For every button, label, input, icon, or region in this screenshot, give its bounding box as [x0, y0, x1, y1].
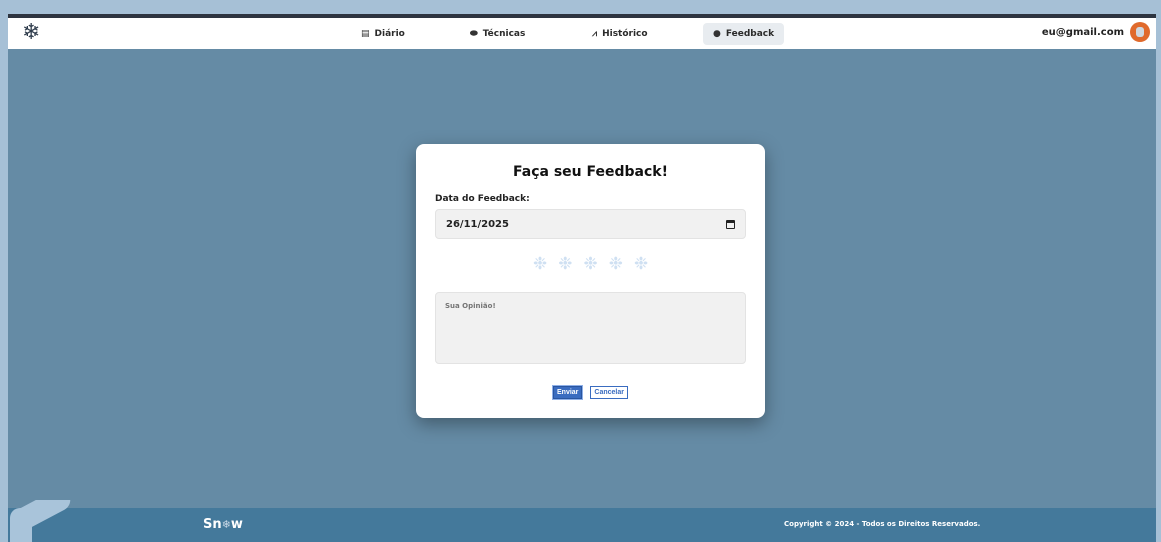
nav-item-tecnicas[interactable]: ⬬ Técnicas [460, 23, 535, 45]
comments-icon: ● [713, 29, 721, 39]
nav-item-label: Técnicas [482, 29, 526, 39]
nav-item-feedback[interactable]: ● Feedback [703, 23, 785, 45]
date-label: Data do Feedback: [435, 194, 530, 204]
rating-snowflake-icon-3[interactable]: ❉ [583, 254, 597, 274]
footer-brand-logo: Sn❄w [203, 517, 243, 532]
rating-snowflake-icon-1[interactable]: ❉ [533, 254, 547, 274]
app-window: ❄ ▤ Diário ⬬ Técnicas ⩘ Histórico ● Feed… [8, 0, 1156, 542]
nav-item-label: Histórico [602, 29, 648, 39]
footer: Sn❄w Copyright © 2024 - Todos os Direito… [8, 508, 1156, 542]
outer-frame-left [0, 0, 8, 542]
brand-text-right: w [230, 517, 243, 532]
navbar: ❄ ▤ Diário ⬬ Técnicas ⩘ Histórico ● Feed… [8, 14, 1156, 49]
feedback-card: Faça seu Feedback! Data do Feedback: 26/… [416, 144, 765, 418]
nav-item-diario[interactable]: ▤ Diário [351, 23, 415, 45]
nav-item-label: Feedback [725, 29, 775, 39]
user-email: eu@gmail.com [1041, 26, 1124, 38]
form-actions: Enviar Cancelar [416, 385, 765, 400]
snowflake-icon: ❄ [221, 518, 231, 531]
snowflake-rating: ❉ ❉ ❉ ❉ ❉ [416, 254, 765, 274]
book-icon: ▤ [361, 29, 370, 39]
rating-snowflake-icon-2[interactable]: ❉ [558, 254, 572, 274]
bandage-icon: ⬬ [470, 29, 478, 39]
user-menu[interactable]: eu@gmail.com [1042, 22, 1150, 42]
cancel-button[interactable]: Cancelar [590, 386, 628, 399]
rating-snowflake-icon-5[interactable]: ❉ [634, 254, 648, 274]
chart-line-icon: ⩘ [592, 29, 598, 39]
check-decoration-icon [0, 500, 80, 542]
date-value: 26/11/2025 [446, 218, 509, 230]
opinion-textarea[interactable] [435, 292, 746, 364]
form-title: Faça seu Feedback! [513, 164, 668, 180]
snowflake-logo-icon[interactable]: ❄ [22, 20, 40, 45]
send-button[interactable]: Enviar [551, 385, 584, 400]
calendar-icon[interactable] [726, 219, 735, 229]
avatar[interactable] [1130, 22, 1150, 42]
rating-snowflake-icon-4[interactable]: ❉ [609, 254, 623, 274]
nav-item-label: Diário [374, 29, 405, 39]
nav-item-historico[interactable]: ⩘ Histórico [582, 23, 658, 45]
outer-frame-right [1156, 0, 1161, 542]
brand-text-left: Sn [203, 517, 222, 532]
feedback-date-input[interactable]: 26/11/2025 [435, 209, 746, 239]
copyright-text: Copyright © 2024 - Todos os Direitos Res… [784, 520, 981, 528]
top-band [8, 0, 1156, 14]
